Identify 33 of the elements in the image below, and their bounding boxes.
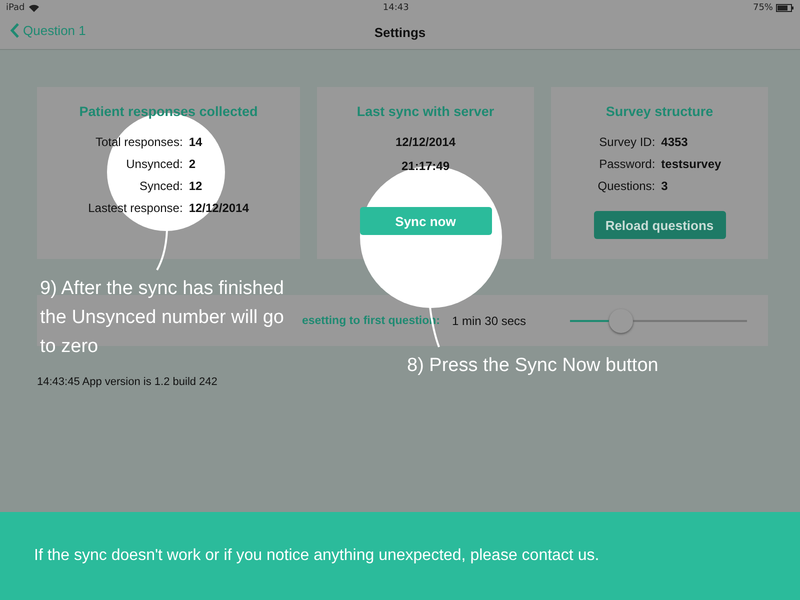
sync-date: 12/12/2014 (395, 135, 456, 149)
sync-now-button[interactable]: Sync now (360, 207, 492, 235)
survey-label: Password: (598, 157, 656, 171)
survey-label: Questions: (598, 179, 656, 193)
timeout-slider[interactable] (570, 308, 747, 332)
banner-text: If the sync doesn't work or if you notice anything unexpected, please contact us. (34, 547, 600, 565)
survey-value: 3 (661, 179, 669, 193)
stat-label: Unsynced: (125, 157, 183, 171)
card-title: Last sync with server (356, 104, 494, 119)
card-title: Survey structure (606, 104, 714, 119)
reload-questions-button[interactable]: Reload questions (594, 211, 726, 239)
battery-icon (776, 4, 794, 12)
slider-thumb[interactable] (609, 308, 634, 332)
card-title: Patient responses collected (79, 104, 258, 119)
back-link[interactable]: Question 1 (10, 23, 86, 38)
callout-text: 8) Press the Sync Now button (407, 354, 660, 378)
callout-text: 9) After the sync has finished the Unsynced number will go to zero (40, 277, 285, 359)
stat-value: 12 (188, 179, 204, 193)
stat-value: 2 (188, 157, 197, 171)
survey-label: Survey ID: (598, 135, 656, 149)
survey-value: testsurvey (661, 157, 722, 171)
stat-value: 14 (188, 135, 204, 149)
device-name: iPad (6, 3, 25, 13)
version-text: 14:43:45 App version is 1.2 build 242 (37, 376, 218, 388)
page-title: Settings (374, 25, 426, 40)
stat-label: Synced: (138, 179, 183, 193)
chevron-left-icon (10, 23, 19, 38)
timeout-value: 1 min 30 secs (452, 314, 526, 328)
wifi-icon (28, 4, 39, 12)
clock: 14:43 (382, 3, 409, 13)
battery-percentage: 75% (752, 3, 773, 13)
leader-line (155, 230, 169, 272)
survey-value: 4353 (661, 135, 689, 149)
